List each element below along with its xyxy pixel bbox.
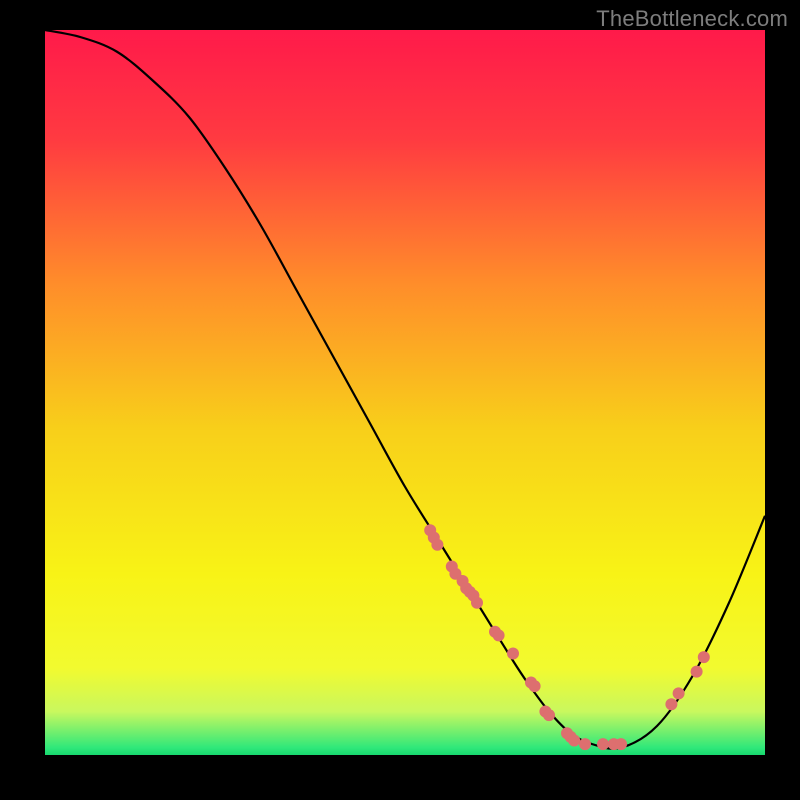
chart-canvas: TheBottleneck.com: [0, 0, 800, 800]
data-dot: [698, 651, 710, 663]
data-dot: [493, 629, 505, 641]
attribution-text: TheBottleneck.com: [596, 6, 788, 32]
data-dot: [615, 738, 627, 750]
data-dot: [543, 709, 555, 721]
data-dot: [529, 680, 541, 692]
gradient-background: [45, 30, 765, 755]
data-dot: [579, 738, 591, 750]
data-dot: [691, 666, 703, 678]
data-dot: [597, 738, 609, 750]
bottleneck-curve-chart: [45, 30, 765, 755]
data-dot: [507, 648, 519, 660]
data-dot: [568, 735, 580, 747]
plot-area: [45, 30, 765, 755]
data-dot: [471, 597, 483, 609]
data-dot: [665, 698, 677, 710]
data-dot: [431, 539, 443, 551]
data-dot: [673, 687, 685, 699]
